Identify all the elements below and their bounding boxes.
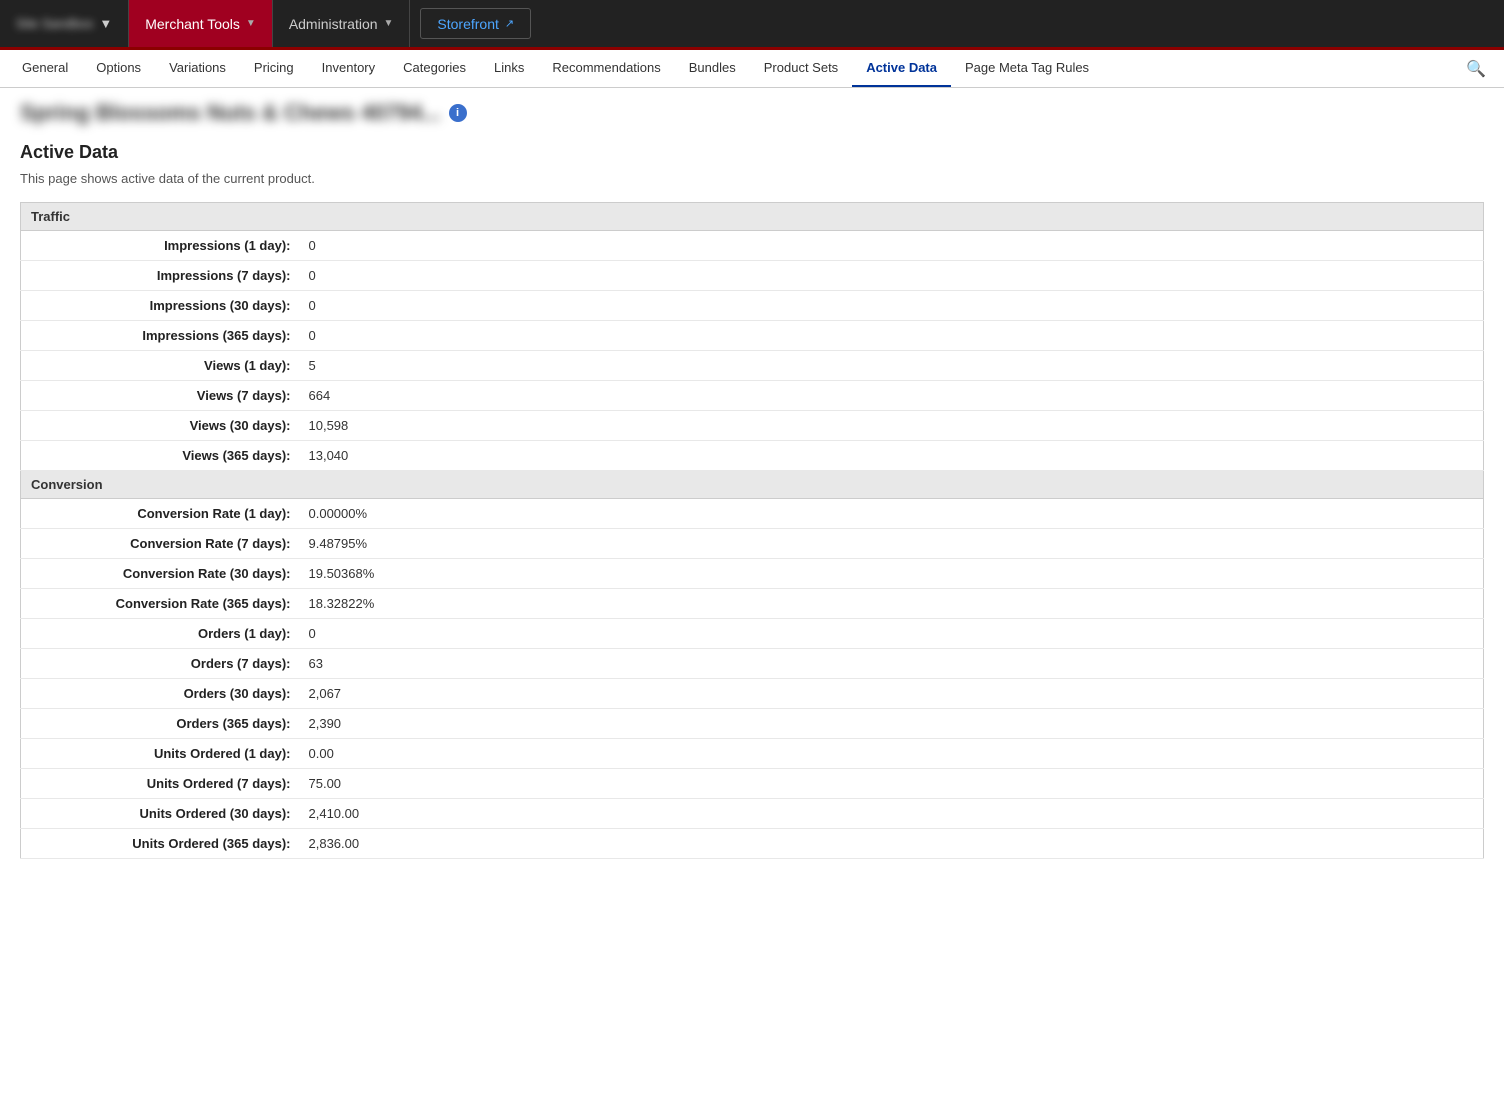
orders-1day-value: 0	[301, 619, 1484, 649]
product-title-row: Spring Blossoms Nuts & Chews 40794... i	[20, 100, 1484, 126]
active-data-heading: Active Data	[20, 142, 1484, 163]
tab-bar: General Options Variations Pricing Inven…	[0, 50, 1504, 88]
conversion-group-header: Conversion	[21, 471, 1484, 499]
impressions-365days-row: Impressions (365 days): 0	[21, 321, 1484, 351]
administration-nav[interactable]: Administration ▼	[273, 0, 411, 47]
conversion-rate-365days-row: Conversion Rate (365 days): 18.32822%	[21, 589, 1484, 619]
traffic-group-label: Traffic	[21, 203, 1484, 231]
units-ordered-30days-value: 2,410.00	[301, 799, 1484, 829]
tab-product-sets[interactable]: Product Sets	[750, 50, 852, 88]
tab-inventory[interactable]: Inventory	[308, 50, 389, 88]
orders-30days-label: Orders (30 days):	[21, 679, 301, 709]
views-365days-value: 13,040	[301, 441, 1484, 471]
administration-label: Administration	[289, 16, 378, 32]
tab-search-icon[interactable]: 🔍	[1456, 53, 1496, 85]
conversion-rate-30days-label: Conversion Rate (30 days):	[21, 559, 301, 589]
storefront-nav[interactable]: Storefront ↗	[420, 8, 531, 39]
views-7days-label: Views (7 days):	[21, 381, 301, 411]
tab-options[interactable]: Options	[82, 50, 155, 88]
impressions-1day-row: Impressions (1 day): 0	[21, 231, 1484, 261]
site-name: Site Sandbox	[16, 16, 93, 31]
tab-recommendations[interactable]: Recommendations	[538, 50, 674, 88]
units-ordered-30days-label: Units Ordered (30 days):	[21, 799, 301, 829]
tab-page-meta-tag-rules[interactable]: Page Meta Tag Rules	[951, 50, 1103, 88]
conversion-rate-30days-row: Conversion Rate (30 days): 19.50368%	[21, 559, 1484, 589]
orders-30days-value: 2,067	[301, 679, 1484, 709]
impressions-30days-row: Impressions (30 days): 0	[21, 291, 1484, 321]
site-selector-chevron: ▼	[99, 16, 112, 31]
tab-general[interactable]: General	[8, 50, 82, 88]
impressions-7days-row: Impressions (7 days): 0	[21, 261, 1484, 291]
orders-7days-row: Orders (7 days): 63	[21, 649, 1484, 679]
units-ordered-365days-row: Units Ordered (365 days): 2,836.00	[21, 829, 1484, 859]
views-30days-row: Views (30 days): 10,598	[21, 411, 1484, 441]
views-7days-value: 664	[301, 381, 1484, 411]
units-ordered-7days-value: 75.00	[301, 769, 1484, 799]
active-data-table: Traffic Impressions (1 day): 0 Impressio…	[20, 202, 1484, 859]
orders-1day-label: Orders (1 day):	[21, 619, 301, 649]
impressions-7days-value: 0	[301, 261, 1484, 291]
tab-bundles[interactable]: Bundles	[675, 50, 750, 88]
tab-categories[interactable]: Categories	[389, 50, 480, 88]
conversion-rate-7days-label: Conversion Rate (7 days):	[21, 529, 301, 559]
tab-pricing[interactable]: Pricing	[240, 50, 308, 88]
conversion-rate-7days-value: 9.48795%	[301, 529, 1484, 559]
units-ordered-30days-row: Units Ordered (30 days): 2,410.00	[21, 799, 1484, 829]
merchant-tools-nav[interactable]: Merchant Tools ▼	[129, 0, 273, 47]
conversion-rate-1day-row: Conversion Rate (1 day): 0.00000%	[21, 499, 1484, 529]
storefront-label: Storefront	[437, 16, 498, 32]
tab-active-data[interactable]: Active Data	[852, 50, 951, 88]
conversion-rate-1day-value: 0.00000%	[301, 499, 1484, 529]
info-icon[interactable]: i	[449, 104, 467, 122]
orders-365days-row: Orders (365 days): 2,390	[21, 709, 1484, 739]
units-ordered-1day-value: 0.00	[301, 739, 1484, 769]
site-selector[interactable]: Site Sandbox ▼	[0, 0, 129, 47]
views-365days-label: Views (365 days):	[21, 441, 301, 471]
views-1day-row: Views (1 day): 5	[21, 351, 1484, 381]
views-30days-label: Views (30 days):	[21, 411, 301, 441]
top-nav: Site Sandbox ▼ Merchant Tools ▼ Administ…	[0, 0, 1504, 50]
views-1day-value: 5	[301, 351, 1484, 381]
product-title: Spring Blossoms Nuts & Chews 40794...	[20, 100, 441, 126]
units-ordered-1day-label: Units Ordered (1 day):	[21, 739, 301, 769]
views-30days-value: 10,598	[301, 411, 1484, 441]
units-ordered-1day-row: Units Ordered (1 day): 0.00	[21, 739, 1484, 769]
conversion-group-label: Conversion	[21, 471, 1484, 499]
views-7days-row: Views (7 days): 664	[21, 381, 1484, 411]
conversion-rate-1day-label: Conversion Rate (1 day):	[21, 499, 301, 529]
orders-7days-label: Orders (7 days):	[21, 649, 301, 679]
impressions-365days-value: 0	[301, 321, 1484, 351]
views-1day-label: Views (1 day):	[21, 351, 301, 381]
impressions-30days-value: 0	[301, 291, 1484, 321]
page-content: Spring Blossoms Nuts & Chews 40794... i …	[0, 88, 1504, 879]
merchant-tools-label: Merchant Tools	[145, 16, 240, 32]
traffic-group-header: Traffic	[21, 203, 1484, 231]
conversion-rate-365days-value: 18.32822%	[301, 589, 1484, 619]
orders-365days-label: Orders (365 days):	[21, 709, 301, 739]
conversion-rate-365days-label: Conversion Rate (365 days):	[21, 589, 301, 619]
orders-365days-value: 2,390	[301, 709, 1484, 739]
administration-chevron: ▼	[384, 18, 394, 29]
conversion-rate-7days-row: Conversion Rate (7 days): 9.48795%	[21, 529, 1484, 559]
orders-7days-value: 63	[301, 649, 1484, 679]
units-ordered-365days-label: Units Ordered (365 days):	[21, 829, 301, 859]
impressions-1day-value: 0	[301, 231, 1484, 261]
external-link-icon: ↗	[505, 17, 514, 30]
units-ordered-365days-value: 2,836.00	[301, 829, 1484, 859]
tab-variations[interactable]: Variations	[155, 50, 240, 88]
orders-1day-row: Orders (1 day): 0	[21, 619, 1484, 649]
impressions-30days-label: Impressions (30 days):	[21, 291, 301, 321]
tab-links[interactable]: Links	[480, 50, 538, 88]
units-ordered-7days-label: Units Ordered (7 days):	[21, 769, 301, 799]
views-365days-row: Views (365 days): 13,040	[21, 441, 1484, 471]
impressions-7days-label: Impressions (7 days):	[21, 261, 301, 291]
units-ordered-7days-row: Units Ordered (7 days): 75.00	[21, 769, 1484, 799]
orders-30days-row: Orders (30 days): 2,067	[21, 679, 1484, 709]
impressions-365days-label: Impressions (365 days):	[21, 321, 301, 351]
conversion-rate-30days-value: 19.50368%	[301, 559, 1484, 589]
active-data-description: This page shows active data of the curre…	[20, 171, 1484, 186]
merchant-tools-chevron: ▼	[246, 18, 256, 29]
impressions-1day-label: Impressions (1 day):	[21, 231, 301, 261]
